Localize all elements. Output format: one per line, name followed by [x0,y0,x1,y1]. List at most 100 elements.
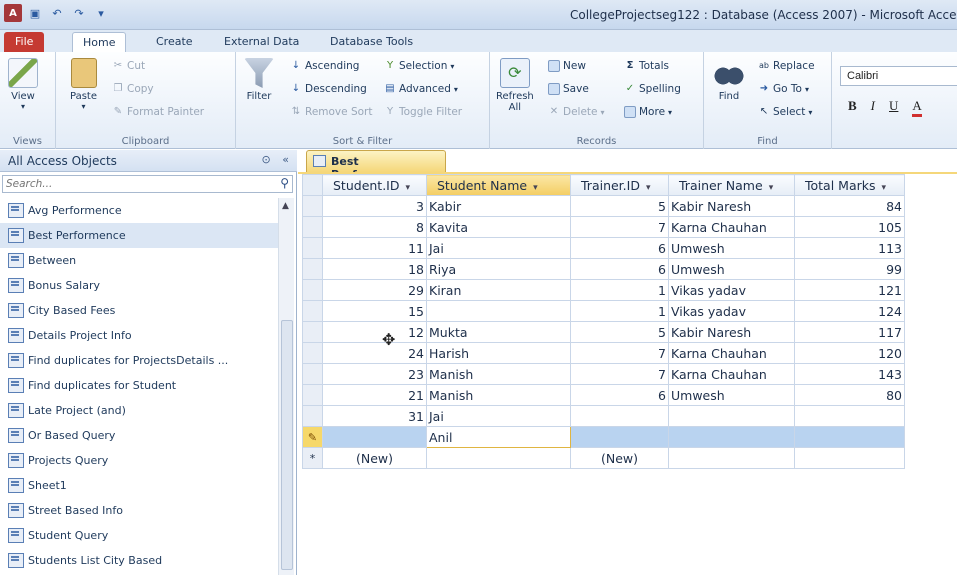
cell-total-marks[interactable] [794,426,905,448]
cell-student-name-new[interactable] [426,447,571,469]
search-icon[interactable]: ⚲ [280,176,289,190]
table-row[interactable]: 23 Manish 7 Karna Chauhan 143 [302,363,905,385]
spelling-button[interactable]: ✓ Spelling [624,83,681,95]
query-document-tab[interactable]: Best Performence [306,150,446,181]
cell-student-name[interactable]: Kiran [426,279,571,301]
cell-trainer-name[interactable]: Kabir Naresh [668,321,795,343]
cell-trainer-id-new[interactable]: (New) [570,447,669,469]
chevron-down-icon[interactable]: ▾ [533,183,538,193]
nav-item-query[interactable]: Find duplicates for ProjectsDetails ... [0,348,278,373]
nav-item-query[interactable]: Or Based Query [0,423,278,448]
font-name-dropdown[interactable]: Calibri [840,66,957,86]
filter-button[interactable]: Filter [244,58,274,102]
cell-student-id[interactable]: 29 [322,279,427,301]
cell-student-name[interactable]: Mukta [426,321,571,343]
cell-trainer-id[interactable]: 6 [570,384,669,406]
cell-student-name[interactable] [426,300,571,322]
scroll-thumb[interactable] [281,320,293,570]
column-header-trainer-name[interactable]: Trainer Name ▾ [668,174,795,196]
tab-file[interactable]: File [4,32,45,52]
cut-button[interactable]: ✂ Cut [112,60,145,72]
cell-trainer-name[interactable]: Karna Chauhan [668,216,795,238]
cell-student-id[interactable]: 23 [322,363,427,385]
column-header-student-id[interactable]: Student.ID ▾ [322,174,427,196]
table-row[interactable]: 21 Manish 6 Umwesh 80 [302,384,905,406]
row-selector[interactable] [302,363,323,385]
nav-item-query[interactable]: Sheet1 [0,473,278,498]
cell-total-marks[interactable]: 105 [794,216,905,238]
pencil-icon[interactable]: ✎ [302,426,323,448]
totals-button[interactable]: Σ Totals [624,60,669,72]
chevron-down-icon[interactable]: ▾ [406,183,411,193]
cell-trainer-name[interactable]: Umwesh [668,258,795,280]
cell-trainer-name[interactable] [668,405,795,427]
row-selector[interactable] [302,321,323,343]
nav-menu-chevron-icon[interactable]: ⊙ [262,153,271,166]
cell-student-id[interactable]: 21 [322,384,427,406]
row-selector[interactable] [302,384,323,406]
table-row[interactable]: 3 Kabir 5 Kabir Naresh 84 [302,195,905,217]
cell-total-marks[interactable]: 120 [794,342,905,364]
table-row[interactable]: 15 1 Vikas yadav 124 [302,300,905,322]
cell-trainer-id[interactable]: 6 [570,258,669,280]
cell-trainer-name[interactable]: Umwesh [668,384,795,406]
row-selector[interactable] [302,342,323,364]
selection-button[interactable]: Y Selection ▾ [384,60,454,72]
nav-item-query[interactable]: Details Project Info [0,323,278,348]
row-selector[interactable] [302,195,323,217]
cell-trainer-id[interactable]: 1 [570,300,669,322]
cell-total-marks[interactable]: 124 [794,300,905,322]
cell-trainer-id[interactable]: 7 [570,363,669,385]
cell-total-marks[interactable]: 99 [794,258,905,280]
nav-search-input[interactable] [3,176,263,192]
row-selector[interactable] [302,279,323,301]
nav-item-query[interactable]: Student Query [0,523,278,548]
save-record-button[interactable]: Save [548,83,589,95]
row-selector[interactable] [302,300,323,322]
row-selector[interactable] [302,405,323,427]
save-icon[interactable]: ▣ [26,4,44,22]
cell-trainer-id[interactable]: 7 [570,216,669,238]
more-button[interactable]: More ▾ [624,106,672,118]
goto-button[interactable]: ➜ Go To ▾ [758,83,809,95]
cell-student-id[interactable]: 8 [322,216,427,238]
access-app-icon[interactable]: A [4,4,22,22]
customize-qat-icon[interactable]: ▾ [92,4,110,22]
nav-item-query[interactable]: Projects Query [0,448,278,473]
row-selector[interactable] [302,237,323,259]
cell-student-name[interactable]: Harish [426,342,571,364]
nav-pane-header[interactable]: All Access Objects ⊙ « [0,150,297,172]
scroll-up-icon[interactable]: ▲ [282,201,289,211]
cell-student-id[interactable]: 15 [322,300,427,322]
cell-student-name[interactable]: Jai [426,405,571,427]
descending-button[interactable]: ↓ Descending [290,83,367,95]
cell-student-name[interactable]: Kavita [426,216,571,238]
select-all-cell[interactable] [302,174,323,196]
refresh-all-button[interactable]: ⟳ Refresh All [496,58,534,113]
cell-trainer-name[interactable]: Kabir Naresh [668,195,795,217]
cell-student-id-new[interactable]: (New) [322,447,427,469]
cell-trainer-name[interactable]: Vikas yadav [668,300,795,322]
cell-total-marks[interactable]: 80 [794,384,905,406]
replace-button[interactable]: ab Replace [758,60,815,72]
paste-button[interactable]: Paste ▾ [70,58,97,111]
cell-trainer-id[interactable]: 7 [570,342,669,364]
nav-item-query[interactable]: Students List City Based [0,548,278,573]
tab-external-data[interactable]: External Data [214,32,309,52]
new-record-row[interactable]: * (New) (New) [302,447,905,469]
cell-student-id[interactable]: 3 [322,195,427,217]
table-row[interactable]: 29 Kiran 1 Vikas yadav 121 [302,279,905,301]
cell-trainer-id[interactable]: 5 [570,195,669,217]
ascending-button[interactable]: ↓ Ascending [290,60,360,72]
cell-total-marks[interactable]: 117 [794,321,905,343]
row-selector[interactable] [302,216,323,238]
cell-trainer-name[interactable]: Umwesh [668,237,795,259]
cell-student-name[interactable]: Manish [426,363,571,385]
cell-trainer-name[interactable]: Vikas yadav [668,279,795,301]
tab-create[interactable]: Create [146,32,203,52]
advanced-button[interactable]: ▤ Advanced ▾ [384,83,458,95]
cell-student-id[interactable]: 31 [322,405,427,427]
editing-row[interactable]: ✎ Anil [302,426,905,448]
column-header-trainer-id[interactable]: Trainer.ID ▾ [570,174,669,196]
cell-student-id[interactable]: 12 [322,321,427,343]
